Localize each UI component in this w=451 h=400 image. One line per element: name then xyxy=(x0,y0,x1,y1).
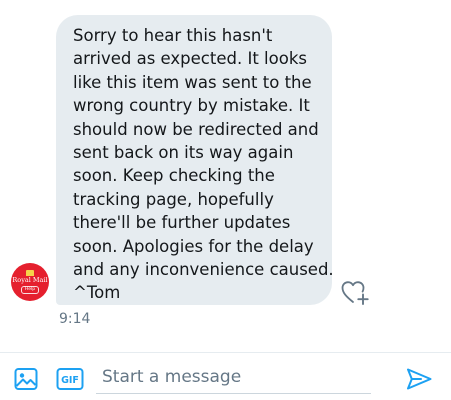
message-line: soon. Keep checking the xyxy=(73,166,275,186)
message-line: Sorry to hear this hasn't xyxy=(73,26,273,45)
heart-plus-icon[interactable] xyxy=(340,278,370,306)
message-line: tracking page, hopefully xyxy=(73,189,274,209)
message-line: like this item was sent to the xyxy=(73,72,312,92)
message-input[interactable] xyxy=(96,360,371,394)
avatar-help-text: Help xyxy=(20,286,40,294)
image-icon[interactable] xyxy=(13,366,39,392)
send-icon[interactable] xyxy=(405,366,433,392)
message-line: should now be redirected and xyxy=(73,119,319,139)
message-line: and any inconvenience caused. xyxy=(73,260,334,280)
gif-label: GIF xyxy=(61,375,79,386)
message-line: wrong country by mistake. It xyxy=(73,96,310,116)
message-timestamp: 9:14 xyxy=(59,311,91,327)
avatar-brand-text: Royal Mail xyxy=(12,276,48,284)
dm-conversation: Royal Mail Help Sorry to hear this hasn'… xyxy=(0,0,451,400)
message-line: ^Tom xyxy=(73,283,121,303)
message-line: sent back on its way again xyxy=(73,143,294,163)
message-line: arrived as expected. It looks xyxy=(73,49,307,69)
gif-button[interactable]: GIF xyxy=(56,367,84,391)
message-bubble: Sorry to hear this hasn't arrived as exp… xyxy=(56,15,334,305)
sender-avatar[interactable]: Royal Mail Help xyxy=(11,263,49,301)
composer-divider xyxy=(0,352,451,353)
message-line: soon. Apologies for the delay xyxy=(73,236,314,256)
message-line: there'll be further updates xyxy=(73,213,291,233)
